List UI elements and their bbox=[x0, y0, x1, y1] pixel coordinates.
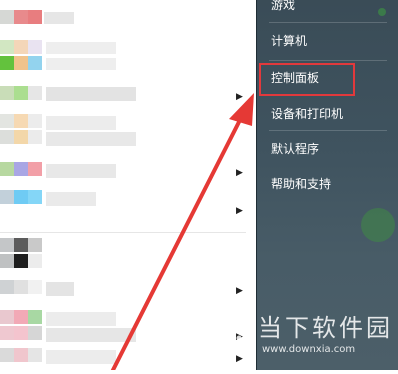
watermark-url: www.downxia.com bbox=[262, 344, 356, 355]
menu-item-games[interactable]: 游戏 bbox=[271, 0, 295, 13]
submenu-arrow-icon: ▶ bbox=[236, 286, 243, 296]
submenu-arrow-icon: ▶ bbox=[236, 168, 243, 178]
decorative-orb bbox=[361, 208, 395, 242]
submenu-arrow-icon: ▶ bbox=[236, 206, 243, 216]
watermark-logo-icon bbox=[223, 304, 255, 344]
submenu-arrow-icon: ▶ bbox=[236, 92, 243, 102]
program-label bbox=[44, 12, 74, 24]
menu-item-help-support[interactable]: 帮助和支持 bbox=[271, 176, 331, 192]
program-item[interactable]: ▶ bbox=[0, 188, 246, 216]
separator bbox=[269, 22, 387, 23]
menu-item-default-programs[interactable]: 默认程序 bbox=[271, 141, 319, 157]
status-dot bbox=[378, 8, 386, 16]
program-item[interactable] bbox=[0, 36, 246, 70]
program-item[interactable]: ▶ bbox=[0, 84, 246, 112]
program-item[interactable]: ▶ bbox=[0, 160, 246, 188]
separator bbox=[269, 130, 387, 131]
program-icon bbox=[0, 10, 14, 24]
menu-item-devices-printers[interactable]: 设备和打印机 bbox=[271, 106, 343, 122]
menu-item-computer[interactable]: 计算机 bbox=[271, 33, 307, 49]
separator bbox=[0, 232, 246, 233]
program-item[interactable]: ▶ bbox=[0, 278, 246, 306]
program-list-pane: ▶ ▶ ▶ ▶ ▶ bbox=[0, 0, 256, 370]
program-item[interactable] bbox=[0, 236, 246, 268]
highlight-box bbox=[259, 63, 355, 96]
program-item[interactable]: ▶ bbox=[0, 308, 246, 342]
program-item[interactable] bbox=[0, 4, 246, 32]
separator bbox=[269, 60, 387, 61]
program-item[interactable] bbox=[0, 112, 246, 146]
watermark-text: 当下软件园 bbox=[258, 314, 393, 342]
watermark: 当下软件园 www.downxia.com bbox=[222, 300, 398, 370]
